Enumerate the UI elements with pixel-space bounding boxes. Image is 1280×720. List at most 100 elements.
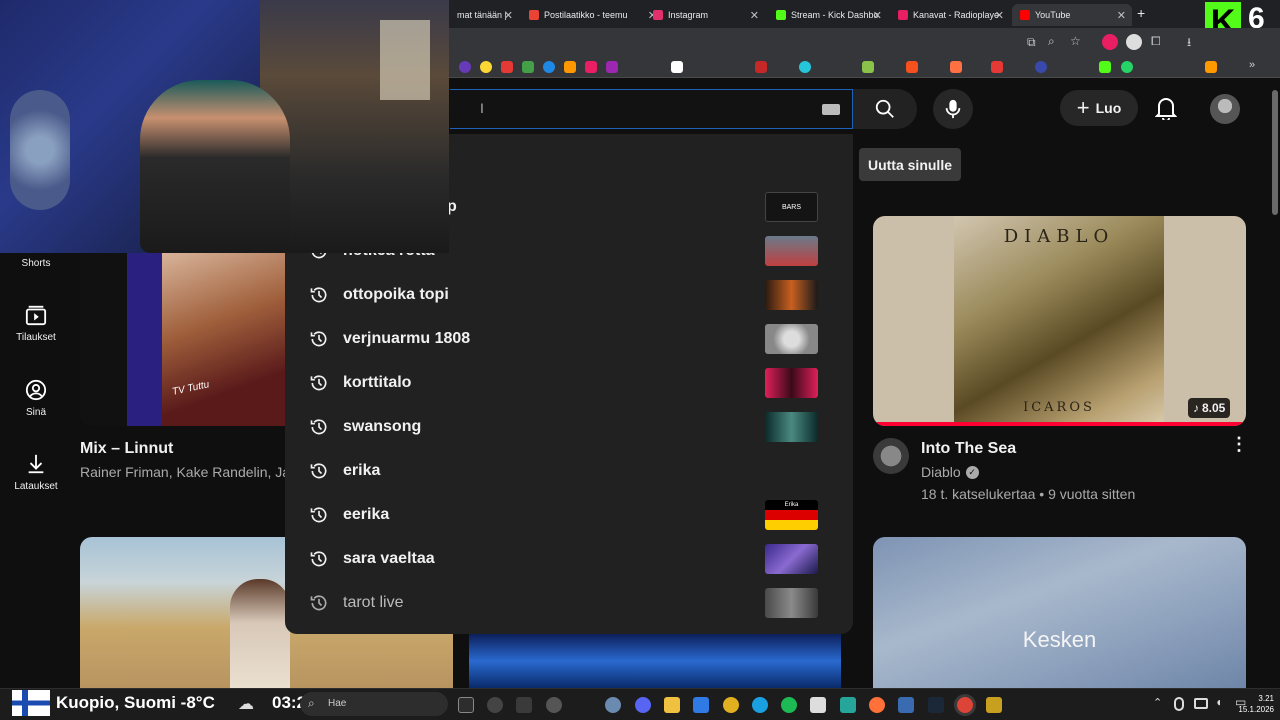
bookmark-icon[interactable] [991,61,1003,73]
suggestion-item[interactable]: korttitalo [285,361,853,405]
suggestion-item[interactable]: ottopoika topi [285,273,853,317]
bookmark-icon[interactable] [606,61,618,73]
search-input[interactable]: I [450,89,853,129]
tab-mail[interactable]: Postilaatikko - teemu ✕ [521,4,663,26]
extensions-puzzle-icon[interactable]: ⧠ [1151,34,1161,49]
app-icon[interactable] [986,697,1002,713]
bookmark-icon[interactable] [459,61,471,73]
chevron-up-icon[interactable]: ⌃ [1153,696,1162,709]
settings-icon[interactable] [605,697,621,713]
microphone-icon[interactable] [1174,697,1184,711]
close-tab-icon[interactable]: ✕ [1117,9,1126,22]
close-tab-icon[interactable]: ✕ [750,9,759,22]
bookmark-icon[interactable] [1035,61,1047,73]
taskbar-search[interactable]: ⌕ Hae [300,692,448,716]
user-circle-icon [25,379,47,401]
app-icon[interactable] [898,697,914,713]
avatar[interactable] [1210,94,1240,124]
bookmark-icon[interactable] [585,61,597,73]
kick-icon [776,10,786,20]
sidebar-item-you[interactable]: Sinä [0,379,72,418]
app-icon[interactable] [546,697,562,713]
extension-icon[interactable] [1102,34,1118,50]
bell-icon [1155,98,1177,120]
new-tab-button[interactable]: + [1137,5,1145,21]
sidebar-item-downloads[interactable]: Lataukset [0,453,72,492]
download-icon[interactable]: ⭳ [1187,33,1191,54]
spotify-icon[interactable] [781,697,797,713]
keyboard-icon[interactable] [822,104,840,115]
cast-icon[interactable]: ⧉ [1027,35,1036,50]
system-clock[interactable]: 3.21 15.1.2026 [1228,693,1274,715]
more-bookmarks-icon[interactable]: » [1249,59,1261,71]
video-thumbnail[interactable]: DIABLO ICAROS ♪ 8.05 [873,216,1246,426]
edge-icon[interactable] [752,697,768,713]
bookmark-icon[interactable] [1205,61,1217,73]
video-thumbnail[interactable]: TV Tuttu [80,253,285,426]
more-options-icon[interactable]: ⋮ [1230,435,1248,453]
app-icon[interactable] [840,697,856,713]
widgets-icon[interactable] [458,697,474,713]
app-icon[interactable] [810,697,826,713]
suggestion-item[interactable]: tarot live [285,581,853,625]
outlook-icon[interactable] [693,697,709,713]
chrome-icon[interactable] [957,697,973,713]
tab-instagram[interactable]: Instagram ✕ [645,4,765,26]
suggestion-item[interactable]: verjnuarmu 1808 [285,317,853,361]
notifications-button[interactable] [1150,92,1182,124]
video-meta: Rainer Friman, Kake Randelin, Jar [80,464,285,480]
voice-search-button[interactable] [933,89,973,129]
search-icon [875,99,894,118]
extension-icon[interactable] [1126,34,1142,50]
tab-kick[interactable]: Stream - Kick Dashbo ✕ [768,4,888,26]
suggestion-item[interactable]: sara vaeltaa [285,537,853,581]
tab-youtube[interactable]: YouTube ✕ [1012,4,1132,26]
bookmark-icon[interactable] [543,61,555,73]
page-scrollbar[interactable] [1272,90,1278,215]
bookmark-icon[interactable] [1121,61,1133,73]
video-thumbnail[interactable] [469,634,841,688]
display-icon[interactable] [1194,698,1208,709]
close-tab-icon[interactable]: ✕ [873,9,882,22]
bookmark-icon[interactable] [799,61,811,73]
bookmark-icon[interactable] [1099,61,1111,73]
bookmark-icon[interactable] [564,61,576,73]
app-icon[interactable] [723,697,739,713]
file-explorer-icon[interactable] [664,697,680,713]
suggestion-thumbnail: Erika [765,500,818,530]
firefox-icon[interactable] [869,697,885,713]
tab-radioplayer[interactable]: Kanavat - Radioplaye ✕ [890,4,1010,26]
bookmark-star-icon[interactable]: ☆ [1070,34,1081,48]
bookmark-icon[interactable] [671,61,683,73]
bookmark-icon[interactable] [950,61,962,73]
zoom-icon[interactable]: ⌕ [1048,34,1055,49]
steam-icon[interactable] [928,697,944,713]
suggestion-item[interactable]: eerika Erika [285,493,853,537]
close-tab-icon[interactable]: ✕ [504,9,513,22]
channel-avatar[interactable] [873,438,909,474]
sidebar-item-subscriptions[interactable]: Tilaukset [0,304,72,343]
channel-name[interactable]: Diablo ✓ [921,464,979,480]
bookmark-icon[interactable] [862,61,874,73]
task-view-icon[interactable] [516,697,532,713]
volume-icon[interactable]: ◖ [1215,695,1222,709]
bookmark-icon[interactable] [480,61,492,73]
search-button[interactable] [853,89,917,129]
suggestion-item[interactable]: erika [285,449,853,493]
suggestion-thumbnail [765,280,818,310]
suggestion-item[interactable]: swansong [285,405,853,449]
bookmark-icon[interactable] [755,61,767,73]
discord-icon[interactable] [635,697,651,713]
close-tab-icon[interactable]: ✕ [995,9,1004,22]
video-title[interactable]: Mix – Linnut [80,440,173,458]
bookmark-icon[interactable] [522,61,534,73]
bookmark-icon[interactable] [501,61,513,73]
bookmark-icon[interactable] [906,61,918,73]
video-thumbnail[interactable]: Kesken [873,537,1246,688]
create-button[interactable]: + Luo [1060,90,1138,126]
copilot-icon[interactable] [487,697,503,713]
tab-news[interactable]: mat tänään | ✕ [449,4,519,26]
history-icon [310,507,327,523]
sidebar-item-shorts[interactable]: Shorts [0,258,72,269]
video-title[interactable]: Into The Sea [921,440,1016,458]
